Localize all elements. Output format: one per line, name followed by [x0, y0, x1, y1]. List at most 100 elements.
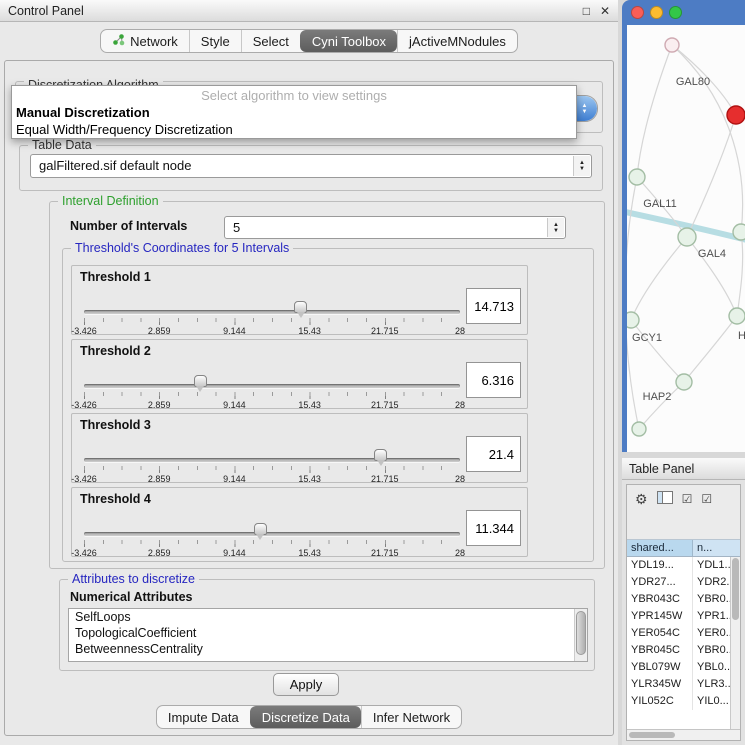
tab-network[interactable]: Network — [101, 30, 189, 52]
network-node[interactable] — [665, 38, 679, 52]
scrollbar-thumb[interactable] — [629, 732, 675, 738]
network-node[interactable] — [733, 224, 745, 240]
combobox-stepper-icon[interactable]: ▲ ▼ — [573, 156, 590, 176]
zoom-traffic-icon[interactable] — [669, 6, 682, 19]
slider-track[interactable] — [84, 458, 460, 462]
table-cell[interactable]: YIL052C — [627, 693, 693, 710]
tab-impute-data[interactable]: Impute Data — [157, 706, 250, 728]
select-none-icon[interactable]: ☑ — [701, 492, 712, 506]
scale-tick-label: 9.144 — [223, 474, 246, 484]
threshold-label: Threshold 4 — [80, 492, 151, 506]
network-edge[interactable] — [684, 316, 737, 382]
close-traffic-icon[interactable] — [631, 6, 644, 19]
list-item[interactable]: SelfLoops — [69, 609, 587, 625]
table-row[interactable]: YBL079WYBL0... — [627, 659, 740, 676]
network-node[interactable] — [676, 374, 692, 390]
column-header-name[interactable]: n... — [693, 540, 740, 556]
table-vertical-scrollbar[interactable] — [730, 557, 740, 729]
combobox-stepper-icon[interactable]: ▲ ▼ — [547, 218, 564, 237]
table-row[interactable]: YBR043CYBR0... — [627, 591, 740, 608]
network-node[interactable] — [627, 312, 639, 328]
table-cell[interactable]: YBL079W — [627, 659, 693, 676]
tab-infer-network[interactable]: Infer Network — [361, 706, 461, 728]
network-edge[interactable] — [637, 45, 672, 177]
table-row[interactable]: YDL19...YDL1... — [627, 557, 740, 574]
slider-thumb[interactable] — [294, 301, 307, 313]
network-node[interactable] — [629, 169, 645, 185]
table-row[interactable]: YBR045CYBR0... — [627, 642, 740, 659]
network-edge[interactable] — [672, 45, 743, 232]
list-item[interactable]: TopologicalCoefficient — [69, 625, 587, 641]
network-edge[interactable] — [687, 115, 736, 237]
threshold-row: Threshold 3 -3.4262.8599.14415.4321.7152… — [71, 413, 528, 483]
table-cell[interactable]: YER054C — [627, 625, 693, 642]
table-row[interactable]: YER054CYER0... — [627, 625, 740, 642]
close-window-icon[interactable]: ✕ — [600, 4, 610, 18]
network-edge[interactable] — [631, 237, 687, 320]
dropdown-item-equal-width[interactable]: Equal Width/Frequency Discretization — [12, 121, 576, 138]
cyni-toolbox-panel: Discretization Algorithm ▲ ▼ Select algo… — [4, 60, 614, 736]
slider-thumb[interactable] — [374, 449, 387, 461]
gear-icon[interactable]: ⚙ — [635, 491, 648, 508]
tab-cyni-toolbox[interactable]: Cyni Toolbox — [300, 30, 397, 52]
numerical-attributes-list[interactable]: SelfLoops TopologicalCoefficient Between… — [68, 608, 588, 662]
tab-network-label: Network — [130, 34, 178, 49]
table-cell[interactable]: YDL19... — [627, 557, 693, 574]
threshold-slider[interactable]: -3.4262.8599.14415.4321.71528 — [84, 434, 460, 482]
slider-thumb[interactable] — [194, 375, 207, 387]
tab-discretize-data[interactable]: Discretize Data — [250, 706, 361, 728]
minimize-traffic-icon[interactable] — [650, 6, 663, 19]
scrollbar-thumb[interactable] — [732, 558, 739, 620]
threshold-value-field[interactable] — [466, 288, 521, 324]
table-horizontal-scrollbar[interactable] — [627, 729, 740, 740]
column-header-shared-name[interactable]: shared... — [627, 540, 693, 556]
table-cell[interactable]: YBR043C — [627, 591, 693, 608]
threshold-value-field[interactable] — [466, 362, 521, 398]
number-of-intervals-combobox[interactable]: 5 ▲ ▼ — [224, 216, 566, 239]
tab-infer-network-label: Infer Network — [373, 710, 450, 725]
network-canvas[interactable]: GAL80GAL11GAL4GCY1HHAP2 — [627, 25, 745, 452]
select-all-icon[interactable]: ☑ — [682, 492, 693, 506]
network-edge[interactable] — [737, 232, 743, 316]
network-node[interactable] — [727, 106, 745, 124]
threshold-slider[interactable]: -3.4262.8599.14415.4321.71528 — [84, 508, 460, 556]
table-row[interactable]: YPR145WYPR1... — [627, 608, 740, 625]
interval-definition-group: Interval Definition Number of Intervals … — [49, 201, 605, 569]
dropdown-item-manual-discretization[interactable]: Manual Discretization — [12, 104, 576, 121]
scale-tick-label: 28 — [455, 400, 465, 410]
network-graph[interactable]: GAL80GAL11GAL4GCY1HHAP2 — [627, 25, 745, 452]
tab-select[interactable]: Select — [241, 30, 300, 52]
slider-track[interactable] — [84, 532, 460, 536]
bottom-tab-segment: Impute Data Discretize Data Infer Networ… — [156, 705, 462, 729]
float-window-icon[interactable]: □ — [583, 4, 590, 18]
slider-thumb[interactable] — [254, 523, 267, 535]
threshold-value-field[interactable] — [466, 510, 521, 546]
network-edge[interactable] — [639, 382, 684, 429]
tab-style[interactable]: Style — [189, 30, 241, 52]
apply-button[interactable]: Apply — [273, 673, 339, 696]
network-node[interactable] — [678, 228, 696, 246]
table-cell[interactable]: YPR145W — [627, 608, 693, 625]
slider-track[interactable] — [84, 310, 460, 314]
table-data-group-title: Table Data — [28, 138, 96, 152]
network-node[interactable] — [729, 308, 745, 324]
network-edge[interactable] — [631, 320, 684, 382]
scale-tick-label: 21.715 — [371, 548, 399, 558]
scrollbar-thumb[interactable] — [576, 611, 586, 655]
table-row[interactable]: YIL052CYIL0... — [627, 693, 740, 710]
table-row[interactable]: YDR27...YDR2... — [627, 574, 740, 591]
table-cell[interactable]: YDR27... — [627, 574, 693, 591]
list-scrollbar[interactable] — [574, 609, 587, 661]
threshold-slider[interactable]: -3.4262.8599.14415.4321.71528 — [84, 360, 460, 408]
table-cell[interactable]: YBR045C — [627, 642, 693, 659]
columns-icon[interactable] — [657, 491, 673, 507]
list-item[interactable]: BetweennessCentrality — [69, 641, 587, 657]
table-data-combobox[interactable]: galFiltered.sif default node ▲ ▼ — [30, 154, 592, 178]
threshold-slider[interactable]: -3.4262.8599.14415.4321.71528 — [84, 286, 460, 334]
table-cell[interactable]: YLR345W — [627, 676, 693, 693]
threshold-value-field[interactable] — [466, 436, 521, 472]
table-row[interactable]: YLR345WYLR3... — [627, 676, 740, 693]
network-node[interactable] — [632, 422, 646, 436]
slider-track[interactable] — [84, 384, 460, 388]
tab-jactivemnodules[interactable]: jActiveMNodules — [397, 30, 517, 52]
